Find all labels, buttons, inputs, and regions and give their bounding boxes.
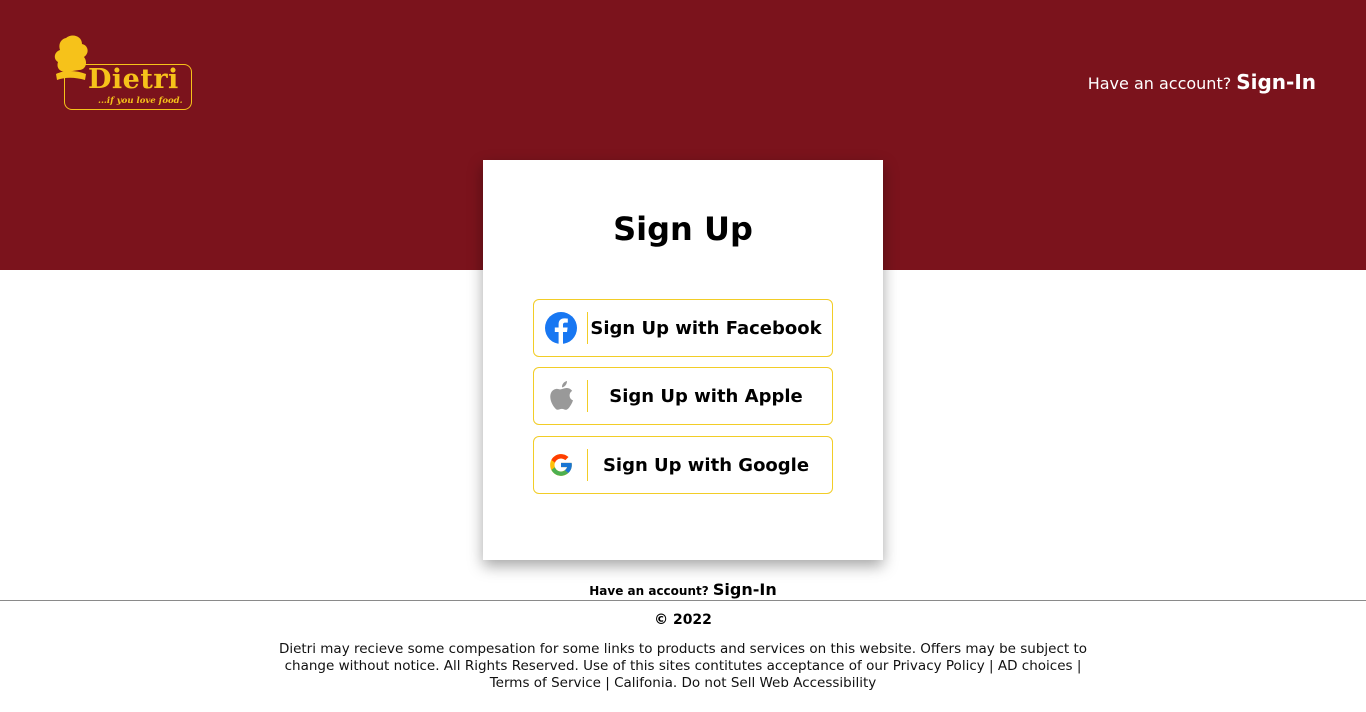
- account-prompt: Have an account?: [1087, 74, 1232, 93]
- facebook-icon: [534, 300, 587, 356]
- footer-disclaimer: Dietri may recieve some compesation for …: [278, 641, 1088, 691]
- copyright: © 2022: [654, 612, 712, 628]
- apple-icon: [534, 368, 587, 424]
- bottom-signin-link[interactable]: Sign-In: [713, 580, 777, 599]
- bottom-account: Have an account? Sign-In: [0, 580, 1366, 599]
- brand-name: Dietri: [88, 64, 179, 95]
- facebook-signup-label: Sign Up with Facebook: [590, 317, 822, 339]
- header-account: Have an account? Sign-In: [1088, 70, 1316, 94]
- facebook-signup-button[interactable]: Sign Up with Facebook: [533, 299, 833, 357]
- google-signup-button[interactable]: Sign Up with Google: [533, 436, 833, 494]
- apple-signup-label: Sign Up with Apple: [609, 385, 803, 407]
- header-signin-link[interactable]: Sign-In: [1236, 70, 1316, 94]
- brand-logo[interactable]: Dietri ...if you love food.: [52, 34, 194, 114]
- brand-tagline: ...if you love food.: [98, 96, 183, 106]
- signup-title: Sign Up: [613, 210, 753, 248]
- google-signup-label: Sign Up with Google: [602, 454, 810, 476]
- google-icon: [534, 437, 587, 493]
- bottom-account-prompt: Have an account?: [589, 584, 709, 598]
- apple-signup-button[interactable]: Sign Up with Apple: [533, 367, 833, 425]
- footer-divider: [0, 600, 1366, 601]
- signup-card: Sign Up Sign Up with Facebook Sign Up wi…: [483, 160, 883, 560]
